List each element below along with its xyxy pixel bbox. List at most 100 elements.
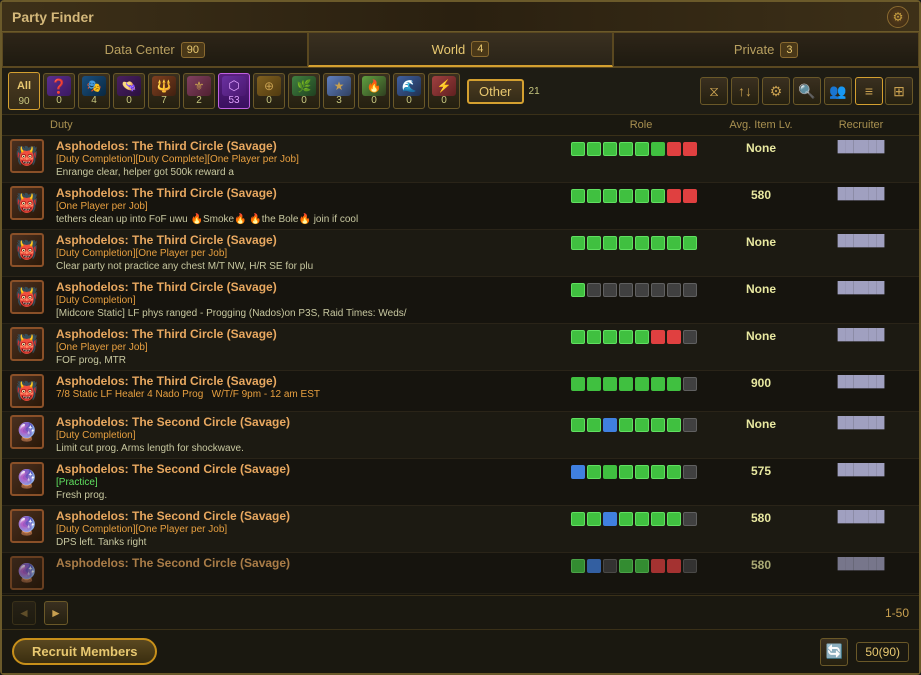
duty-icon: 🔮 xyxy=(10,415,44,449)
columns-header: Duty Role Avg. Item Lv. Recruiter xyxy=(2,115,919,136)
col-avg-ilvl: Avg. Item Lv. xyxy=(711,117,811,133)
filter-3[interactable]: 👒 0 xyxy=(113,73,145,109)
table-row[interactable]: 👹 Asphodelos: The Third Circle (Savage) … xyxy=(2,371,919,412)
filter-12[interactable]: ⚡ 0 xyxy=(428,73,460,109)
table-row[interactable]: 👹 Asphodelos: The Third Circle (Savage) … xyxy=(2,183,919,230)
duty-tags: [Practice] xyxy=(56,476,571,489)
slot xyxy=(587,236,601,250)
avg-ilvl: 580 xyxy=(711,556,811,572)
table-row[interactable]: 🔮 Asphodelos: The Second Circle (Savage)… xyxy=(2,412,919,459)
table-row[interactable]: 🔮 Asphodelos: The Second Circle (Savage)… xyxy=(2,459,919,506)
slot xyxy=(603,418,617,432)
duty-name: Asphodelos: The Second Circle (Savage) xyxy=(56,415,571,429)
filter-2[interactable]: 🎭 4 xyxy=(78,73,110,109)
settings-icon-btn[interactable]: ⚙ xyxy=(762,77,790,105)
slot xyxy=(667,465,681,479)
slot xyxy=(683,189,697,203)
slot xyxy=(651,418,665,432)
role-slots xyxy=(571,374,711,391)
filter-6[interactable]: ⬡ 53 xyxy=(218,73,250,109)
tab-data-center[interactable]: Data Center 90 xyxy=(2,32,308,67)
slot xyxy=(571,283,585,297)
table-row[interactable]: 👹 Asphodelos: The Third Circle (Savage) … xyxy=(2,324,919,371)
duty-tags: [Duty Completion][One Player per Job] xyxy=(56,247,571,260)
tab-private[interactable]: Private 3 xyxy=(613,32,919,67)
other-count: 21 xyxy=(529,86,540,97)
slot xyxy=(651,189,665,203)
recruiter-name: ██████ xyxy=(811,556,911,570)
slot xyxy=(603,377,617,391)
slot xyxy=(571,236,585,250)
table-row[interactable]: 🔮 Asphodelos: The Second Circle (Savage)… xyxy=(2,506,919,553)
role-slots xyxy=(571,415,711,432)
slot xyxy=(619,189,633,203)
duty-desc: [Midcore Static] LF phys ranged - Proggi… xyxy=(56,307,476,320)
slot xyxy=(603,512,617,526)
view-grid-btn[interactable]: ⊞ xyxy=(885,77,913,105)
slot xyxy=(667,559,681,573)
slot xyxy=(571,142,585,156)
slot xyxy=(683,236,697,250)
duty-tags: 7/8 Static LF Healer 4 Nado Prog W/T/F 9… xyxy=(56,388,571,401)
table-row[interactable]: 👹 Asphodelos: The Third Circle (Savage) … xyxy=(2,230,919,277)
filter-all[interactable]: All 90 xyxy=(8,72,40,110)
duty-icon: 👹 xyxy=(10,233,44,267)
view-list-btn[interactable]: ≡ xyxy=(855,77,883,105)
page-nav: ◄ ► xyxy=(12,601,68,625)
tab-world[interactable]: World 4 xyxy=(308,32,614,67)
filter-9[interactable]: ★ 3 xyxy=(323,73,355,109)
other-button[interactable]: Other xyxy=(467,79,524,104)
role-slots xyxy=(571,556,711,573)
window-title: Party Finder xyxy=(12,9,94,25)
close-button[interactable]: ⚙ xyxy=(887,6,909,28)
filter-1[interactable]: ❓ 0 xyxy=(43,73,75,109)
slot xyxy=(667,283,681,297)
title-bar: Party Finder ⚙ xyxy=(2,2,919,32)
duty-desc: tethers clean up into FoF uwu 🔥Smoke🔥 🔥t… xyxy=(56,213,476,226)
recruit-members-button[interactable]: Recruit Members xyxy=(12,638,157,665)
table-row[interactable]: 👹 Asphodelos: The Third Circle (Savage) … xyxy=(2,136,919,183)
search-icon-btn[interactable]: 🔍 xyxy=(793,77,821,105)
duty-name: Asphodelos: The Second Circle (Savage) xyxy=(56,556,571,570)
slot xyxy=(651,512,665,526)
table-row[interactable]: 🔮 Asphodelos: The Second Circle (Savage) xyxy=(2,553,919,594)
recruiter-name: ██████ xyxy=(811,233,911,247)
duty-tags: [One Player per Job] xyxy=(56,341,571,354)
slot xyxy=(603,189,617,203)
filter-icon-2[interactable]: ↑↓ xyxy=(731,77,759,105)
col-icon xyxy=(10,117,50,133)
filter-icon-1[interactable]: ⧖ xyxy=(700,77,728,105)
slot xyxy=(683,330,697,344)
persons-icon-btn[interactable]: 👥 xyxy=(824,77,852,105)
slot xyxy=(603,236,617,250)
filter-8[interactable]: 🌿 0 xyxy=(288,73,320,109)
slot xyxy=(619,559,633,573)
recruiter-name: ██████ xyxy=(811,374,911,388)
role-slots xyxy=(571,509,711,526)
duty-tags: [Duty Completion][Duty Complete][One Pla… xyxy=(56,153,571,166)
filter-11[interactable]: 🌊 0 xyxy=(393,73,425,109)
prev-page-btn[interactable]: ◄ xyxy=(12,601,36,625)
slot xyxy=(651,465,665,479)
filter-7[interactable]: ⊕ 0 xyxy=(253,73,285,109)
duty-name: Asphodelos: The Third Circle (Savage) xyxy=(56,186,571,200)
slot xyxy=(619,377,633,391)
filter-10[interactable]: 🔥 0 xyxy=(358,73,390,109)
duty-icon: 👹 xyxy=(10,374,44,408)
slot xyxy=(619,142,633,156)
refresh-button[interactable]: 🔄 xyxy=(820,638,848,666)
duty-name: Asphodelos: The Second Circle (Savage) xyxy=(56,462,571,476)
slot xyxy=(587,559,601,573)
next-page-btn[interactable]: ► xyxy=(44,601,68,625)
recruiter-name: ██████ xyxy=(811,186,911,200)
duty-icon: 🔮 xyxy=(10,462,44,496)
table-row[interactable]: 👹 Asphodelos: The Third Circle (Savage) … xyxy=(2,277,919,324)
duty-desc: Enrange clear, helper got 500k reward a xyxy=(56,166,476,179)
col-recruiter: Recruiter xyxy=(811,117,911,133)
filter-4[interactable]: 🔱 7 xyxy=(148,73,180,109)
duty-tags: [Duty Completion][One Player per Job] xyxy=(56,523,571,536)
duty-desc: Fresh prog. xyxy=(56,489,476,502)
filter-5[interactable]: ⚜ 2 xyxy=(183,73,215,109)
role-slots xyxy=(571,233,711,250)
slot xyxy=(667,377,681,391)
